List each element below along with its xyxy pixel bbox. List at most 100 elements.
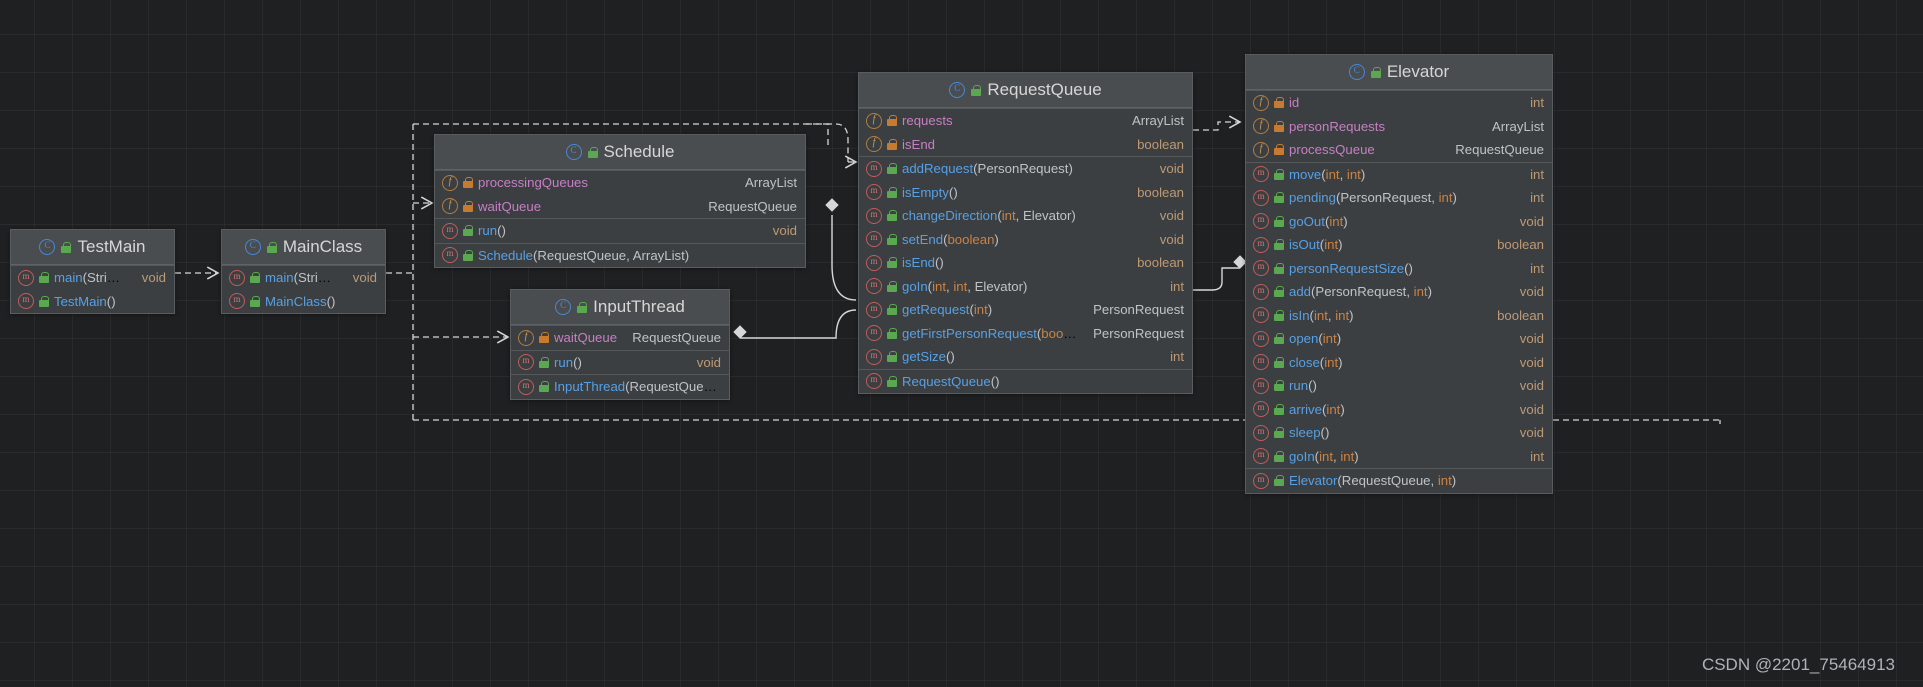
method-row[interactable]: m run() void [1246,374,1552,398]
member-signature: move(int, int) [1289,166,1366,182]
method-row[interactable]: m getFirstPersonRequest(boolean) PersonReq… [859,322,1192,346]
method-row[interactable]: m goIn(int, int, Elevator) int [859,275,1192,299]
lock-private-icon [463,200,473,212]
member-return-type: int [1530,190,1544,206]
member-return-type: PersonRequest [1093,302,1184,318]
member-signature: isEmpty() [902,184,958,200]
method-row[interactable]: m main(String[]) void [11,266,174,290]
unlock-public-icon [463,225,473,237]
method-icon: m [1253,377,1269,394]
method-icon: m [1253,189,1269,206]
uml-class-schedule[interactable]: C Schedule f processingQueues ArrayList f wa… [434,134,806,268]
field-row[interactable]: f processQueue RequestQueue [1246,138,1552,162]
field-icon: f [866,136,882,153]
method-row[interactable]: m changeDirection(int, Elevator) void [859,204,1192,228]
class-icon: C [555,299,572,315]
field-row[interactable]: f requests ArrayList [859,109,1192,133]
unlock-public-icon [539,381,549,393]
method-row[interactable]: m close(int) void [1246,351,1552,375]
method-row[interactable]: m goOut(int) void [1246,210,1552,234]
uml-class-elevator[interactable]: C Elevator f id int f personRequests ArrayLis… [1245,54,1553,494]
method-row[interactable]: m isIn(int, int) boolean [1246,304,1552,328]
method-row[interactable]: m isOut(int) boolean [1246,233,1552,257]
unlock-public-icon [1274,239,1284,251]
member-signature: goIn(int, int) [1289,448,1359,464]
member-signature: arrive(int) [1289,401,1345,417]
field-row[interactable]: f waitQueue RequestQueue [511,326,729,350]
member-signature: sleep() [1289,425,1330,441]
field-row[interactable]: f id int [1246,91,1552,115]
member-return-type: boolean [1137,255,1184,271]
uml-class-mainclass[interactable]: C MainClass m main(String[]) void m MainClas… [221,229,386,314]
method-row[interactable]: m main(String[]) void [222,266,385,290]
field-row[interactable]: f isEnd boolean [859,133,1192,157]
method-row[interactable]: m isEmpty() boolean [859,181,1192,205]
class-title-elevator: C Elevator [1246,55,1552,90]
member-return-type: void [1159,208,1184,224]
method-row[interactable]: m MainClass() [222,290,385,314]
method-row[interactable]: m move(int, int) int [1246,163,1552,187]
member-signature: setEnd(boolean) [902,231,999,247]
member-return-type: boolean [1137,136,1184,152]
lock-private-icon [1274,97,1284,109]
method-row[interactable]: m isEnd() boolean [859,251,1192,275]
method-row[interactable]: m add(PersonRequest, int) void [1246,280,1552,304]
member-return-type: PersonRequest [1093,325,1184,341]
method-icon: m [1253,424,1269,441]
field-row[interactable]: f personRequests ArrayList [1246,115,1552,139]
method-row[interactable]: m Schedule(RequestQueue, ArrayList) [435,244,805,268]
method-icon: m [866,373,882,390]
method-icon: m [866,231,882,248]
member-return-type: ArrayList [1491,118,1544,134]
method-row[interactable]: m sleep() void [1246,421,1552,445]
method-row[interactable]: m run() void [435,219,805,243]
unlock-public-icon [971,84,982,96]
member-return-type: int [1170,349,1184,365]
unlock-public-icon [887,163,897,175]
method-row[interactable]: m open(int) void [1246,327,1552,351]
unlock-public-icon [463,249,473,261]
method-row[interactable]: m pending(PersonRequest, int) int [1246,186,1552,210]
field-row[interactable]: f processingQueues ArrayList [435,171,805,195]
class-icon: C [949,82,966,98]
unlock-public-icon [1274,403,1284,415]
method-row[interactable]: m personRequestSize() int [1246,257,1552,281]
field-row[interactable]: f waitQueue RequestQueue [435,195,805,219]
method-icon: m [1253,166,1269,183]
member-signature: Schedule(RequestQueue, ArrayList) [478,247,690,263]
unlock-public-icon [887,327,897,339]
member-return-type: void [772,223,797,239]
member-return-type: int [1530,166,1544,182]
member-return-type: boolean [1497,237,1544,253]
lock-private-icon [539,332,549,344]
method-row[interactable]: m getSize() int [859,345,1192,369]
lock-private-icon [1274,120,1284,132]
method-row[interactable]: m RequestQueue() [859,370,1192,394]
method-icon: m [442,222,458,239]
unlock-public-icon [887,351,897,363]
method-row[interactable]: m getRequest(int) PersonRequest [859,298,1192,322]
method-row[interactable]: m goIn(int, int) int [1246,445,1552,469]
member-signature: main(String[]) [54,270,127,286]
member-section-methods: m addRequest(PersonRequest) void m isEmpty()… [859,156,1192,369]
method-row[interactable]: m Elevator(RequestQueue, int) [1246,469,1552,493]
method-row[interactable]: m run() void [511,351,729,375]
uml-class-testmain[interactable]: C TestMain m main(String[]) void m TestMain(… [10,229,175,314]
field-icon: f [442,198,458,215]
unlock-public-icon [266,241,277,253]
method-row[interactable]: m InputThread(RequestQueue) [511,375,729,399]
method-row[interactable]: m arrive(int) void [1246,398,1552,422]
method-row[interactable]: m TestMain() [11,290,174,314]
class-name: TestMain [77,237,146,256]
unlock-public-icon [887,304,897,316]
uml-class-requestqueue[interactable]: C RequestQueue f requests ArrayList f isEnd b… [858,72,1193,394]
member-section-constructors: m RequestQueue() [859,368,1192,394]
unlock-public-icon [250,272,260,284]
member-section-fields: f id int f personRequests ArrayList f processQu… [1246,90,1552,162]
method-row[interactable]: m addRequest(PersonRequest) void [859,157,1192,181]
method-icon: m [866,348,882,365]
method-row[interactable]: m setEnd(boolean) void [859,228,1192,252]
uml-class-inputthread[interactable]: C InputThread f waitQueue RequestQueue m ru… [510,289,730,400]
member-return-type: void [1519,331,1544,347]
method-icon: m [1253,448,1269,465]
